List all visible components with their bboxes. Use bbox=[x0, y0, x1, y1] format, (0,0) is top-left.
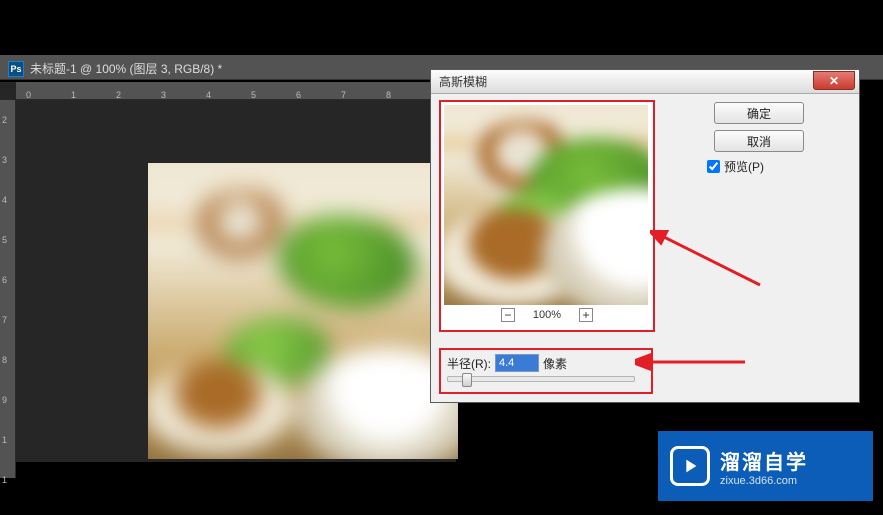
ruler-tick: 5 bbox=[2, 235, 7, 245]
blurred-food-image bbox=[148, 163, 458, 459]
ruler-tick: 2 bbox=[2, 115, 7, 125]
ruler-tick: 6 bbox=[296, 90, 301, 100]
radius-input[interactable] bbox=[495, 354, 539, 372]
gaussian-blur-dialog: 高斯模糊 ✕ bbox=[430, 69, 860, 403]
radius-label: 半径(R): bbox=[447, 355, 491, 372]
document-title: 未标题-1 @ 100% (图层 3, RGB/8) * bbox=[30, 60, 222, 77]
canvas-image bbox=[148, 163, 458, 459]
dialog-close-button[interactable]: ✕ bbox=[813, 71, 855, 90]
cancel-button[interactable]: 取消 bbox=[714, 130, 804, 152]
ruler-vertical: 2 3 4 5 6 7 8 9 1 1 bbox=[0, 100, 16, 478]
watermark-badge: 溜溜自学 zixue.3d66.com bbox=[658, 431, 873, 501]
dialog-titlebar[interactable]: 高斯模糊 ✕ bbox=[431, 70, 859, 94]
radius-unit: 像素 bbox=[543, 355, 567, 372]
ruler-tick: 6 bbox=[2, 275, 7, 285]
ruler-tick: 1 bbox=[71, 90, 76, 100]
ruler-tick: 9 bbox=[2, 395, 7, 405]
ruler-tick: 7 bbox=[341, 90, 346, 100]
radius-group: 半径(R): 像素 bbox=[439, 348, 653, 394]
play-icon bbox=[670, 446, 710, 486]
document-tab[interactable]: Ps 未标题-1 @ 100% (图层 3, RGB/8) * bbox=[8, 60, 222, 77]
close-icon: ✕ bbox=[829, 74, 839, 88]
preview-image[interactable] bbox=[444, 105, 648, 305]
ruler-horizontal: 0 1 2 3 4 5 6 7 8 9 bbox=[16, 82, 456, 100]
ruler-tick: 1 bbox=[2, 435, 7, 445]
zoom-level: 100% bbox=[533, 309, 561, 321]
watermark-title: 溜溜自学 bbox=[720, 446, 808, 475]
zoom-out-button[interactable]: − bbox=[501, 308, 515, 322]
ruler-tick: 3 bbox=[2, 155, 7, 165]
preview-checkbox-label: 预览(P) bbox=[724, 158, 764, 175]
dialog-title: 高斯模糊 bbox=[439, 73, 487, 90]
watermark-url: zixue.3d66.com bbox=[720, 475, 808, 487]
preview-checkbox-row[interactable]: 预览(P) bbox=[707, 158, 849, 175]
ok-button[interactable]: 确定 bbox=[714, 102, 804, 124]
ruler-tick: 2 bbox=[116, 90, 121, 100]
ruler-tick: 1 bbox=[2, 475, 7, 485]
ps-app-icon: Ps bbox=[8, 61, 24, 77]
plus-icon: + bbox=[583, 309, 590, 321]
preview-area: − 100% + bbox=[439, 100, 655, 332]
minus-icon: − bbox=[504, 309, 511, 321]
ruler-tick: 4 bbox=[206, 90, 211, 100]
zoom-in-button[interactable]: + bbox=[579, 308, 593, 322]
ruler-tick: 8 bbox=[386, 90, 391, 100]
ruler-tick: 7 bbox=[2, 315, 7, 325]
preview-checkbox[interactable] bbox=[707, 160, 720, 173]
slider-thumb[interactable] bbox=[462, 373, 472, 387]
ruler-tick: 8 bbox=[2, 355, 7, 365]
ruler-tick: 0 bbox=[26, 90, 31, 100]
ruler-tick: 4 bbox=[2, 195, 7, 205]
ruler-tick: 3 bbox=[161, 90, 166, 100]
radius-slider[interactable] bbox=[447, 376, 635, 382]
ruler-tick: 5 bbox=[251, 90, 256, 100]
